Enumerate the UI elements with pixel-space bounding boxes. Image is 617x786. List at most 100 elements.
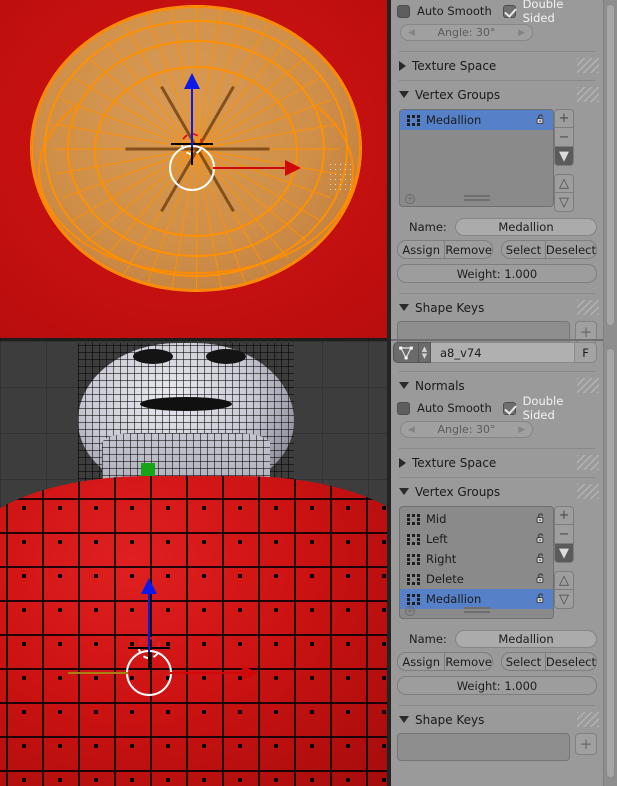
vertex-group-items-bottom[interactable]: MidLeftRightDeleteMedallion (400, 507, 553, 609)
mesh-vertex[interactable] (238, 778, 242, 782)
mesh-vertex[interactable] (310, 642, 314, 646)
transform-manipulator-bottom[interactable] (126, 650, 172, 696)
mesh-vertex[interactable] (22, 744, 26, 748)
mesh-vertex[interactable] (94, 642, 98, 646)
angle-decrement-icon-top[interactable]: ◀ (408, 28, 415, 38)
selected-vertex-marker[interactable] (141, 463, 155, 477)
torso-mesh[interactable] (0, 476, 388, 786)
mesh-vertex[interactable] (130, 744, 134, 748)
double-sided-checkbox-row-bottom[interactable]: Double Sided (503, 398, 597, 418)
mesh-vertex[interactable] (238, 574, 242, 578)
chevron-down-icon-vgroups-top[interactable] (399, 91, 409, 98)
list-add-icon-bottom[interactable]: + (405, 606, 415, 616)
mesh-vertex[interactable] (94, 574, 98, 578)
texture-space-header-top[interactable]: Texture Space (391, 55, 603, 76)
mesh-vertex[interactable] (94, 608, 98, 612)
mesh-vertex[interactable] (22, 574, 26, 578)
chevron-down-icon-normals-bottom[interactable] (399, 382, 409, 389)
mesh-vertex[interactable] (238, 744, 242, 748)
chevron-right-icon-texture-bottom[interactable] (399, 458, 406, 468)
mesh-vertex[interactable] (274, 778, 278, 782)
vertex-group-item[interactable]: Left (400, 529, 553, 549)
mesh-vertex[interactable] (346, 676, 350, 680)
mesh-vertex[interactable] (202, 676, 206, 680)
vertex-group-items-top[interactable]: Medallion (400, 110, 553, 130)
vgroup-add-button-bottom[interactable]: + (554, 506, 574, 525)
shape-keys-header-top[interactable]: Shape Keys (391, 297, 603, 318)
vertex-group-item[interactable]: Medallion (400, 110, 553, 130)
panel-scrollbar-thumb-2[interactable] (606, 348, 615, 778)
vgroup-move-up-button-top[interactable]: △ (554, 174, 574, 193)
vgroup-side-buttons-top[interactable]: + − ▼ △ ▽ (554, 109, 574, 212)
mesh-vertex[interactable] (130, 710, 134, 714)
mesh-vertex[interactable] (238, 642, 242, 646)
manipulator-z-axis-2[interactable] (148, 588, 150, 652)
mesh-vertex[interactable] (274, 506, 278, 510)
manipulator-circle[interactable] (169, 145, 215, 191)
weight-slider-row-bottom[interactable]: Weight: 1.000 (391, 676, 603, 695)
remove-button-bottom[interactable]: Remove (445, 652, 493, 671)
mesh-vertex[interactable] (202, 710, 206, 714)
mesh-vertex[interactable] (346, 540, 350, 544)
mesh-vertex[interactable] (22, 676, 26, 680)
viewport-bottom-character[interactable] (0, 341, 388, 786)
mesh-vertex[interactable] (166, 506, 170, 510)
active-shape-key-row[interactable]: ▲ ▼ a8_v74 F (391, 342, 603, 363)
manipulator-z-arrow-icon-2[interactable] (141, 578, 157, 594)
vgroup-move-down-button-top[interactable]: ▽ (554, 193, 574, 212)
panel-scrollbar-thumb[interactable] (606, 4, 615, 326)
vertex-group-item[interactable]: Delete (400, 569, 553, 589)
mesh-vertex[interactable] (166, 778, 170, 782)
mesh-vertex[interactable] (382, 574, 386, 578)
mesh-vertex[interactable] (382, 506, 386, 510)
mesh-vertex[interactable] (58, 710, 62, 714)
mesh-vertex[interactable] (310, 710, 314, 714)
mesh-vertex[interactable] (310, 506, 314, 510)
mesh-vertex[interactable] (346, 778, 350, 782)
vgroup-specials-button-top[interactable]: ▼ (554, 147, 574, 166)
double-sided-checkbox-top[interactable] (503, 5, 516, 18)
double-sided-checkbox-bottom[interactable] (503, 402, 516, 415)
vgroup-name-field-bottom[interactable]: Medallion (455, 630, 597, 648)
mesh-vertex[interactable] (22, 506, 26, 510)
vgroup-name-field-top[interactable]: Medallion (455, 218, 597, 236)
shape-key-add-button-bottom[interactable]: + (575, 733, 597, 755)
mesh-vertex[interactable] (94, 710, 98, 714)
list-resize-handle-bottom[interactable] (464, 607, 490, 615)
mesh-vertex[interactable] (22, 710, 26, 714)
mesh-vertex[interactable] (238, 506, 242, 510)
angle-slider-bottom[interactable]: ◀ Angle: 30° ▶ (400, 421, 533, 438)
vertex-group-item[interactable]: Right (400, 549, 553, 569)
mesh-vertex[interactable] (130, 642, 134, 646)
properties-panel[interactable]: Auto Smooth Double Sided ◀ Angle: 30° ▶ (391, 0, 617, 786)
shape-keys-header-bottom[interactable]: Shape Keys (391, 709, 603, 730)
mesh-vertex[interactable] (238, 608, 242, 612)
mesh-vertex[interactable] (202, 744, 206, 748)
weight-slider-top[interactable]: Weight: 1.000 (397, 264, 597, 283)
mesh-vertex[interactable] (274, 608, 278, 612)
vgroup-side-buttons-bottom[interactable]: + − ▼ △ ▽ (554, 506, 574, 609)
vertex-group-list-top[interactable]: Medallion + (399, 109, 554, 207)
manipulator-z-arrow-icon[interactable] (184, 73, 200, 89)
mesh-vertex[interactable] (202, 642, 206, 646)
weight-slider-row-top[interactable]: Weight: 1.000 (391, 264, 603, 283)
mesh-vertex[interactable] (130, 506, 134, 510)
mesh-vertex[interactable] (58, 676, 62, 680)
deselect-button-top[interactable]: Deselect (546, 240, 597, 259)
unlock-icon[interactable] (535, 114, 546, 125)
mesh-vertex[interactable] (310, 540, 314, 544)
angle-decrement-icon-bottom[interactable]: ◀ (408, 425, 415, 435)
mesh-vertex[interactable] (22, 778, 26, 782)
unlock-icon[interactable] (535, 533, 546, 544)
vgroup-move-down-button-bottom[interactable]: ▽ (554, 590, 574, 609)
auto-smooth-checkbox-bottom[interactable] (397, 402, 410, 415)
mesh-vertex[interactable] (382, 608, 386, 612)
mesh-vertex[interactable] (274, 642, 278, 646)
shape-key-list-bottom[interactable] (397, 733, 570, 761)
unlock-icon[interactable] (535, 553, 546, 564)
manipulator-x-arrow-icon-2[interactable] (242, 665, 258, 681)
vgroup-name-row-top[interactable]: Name: Medallion (391, 217, 603, 236)
normals-header-bottom[interactable]: Normals (391, 375, 603, 396)
list-resize-handle-top[interactable] (464, 195, 490, 203)
angle-increment-icon-top[interactable]: ▶ (518, 28, 525, 38)
